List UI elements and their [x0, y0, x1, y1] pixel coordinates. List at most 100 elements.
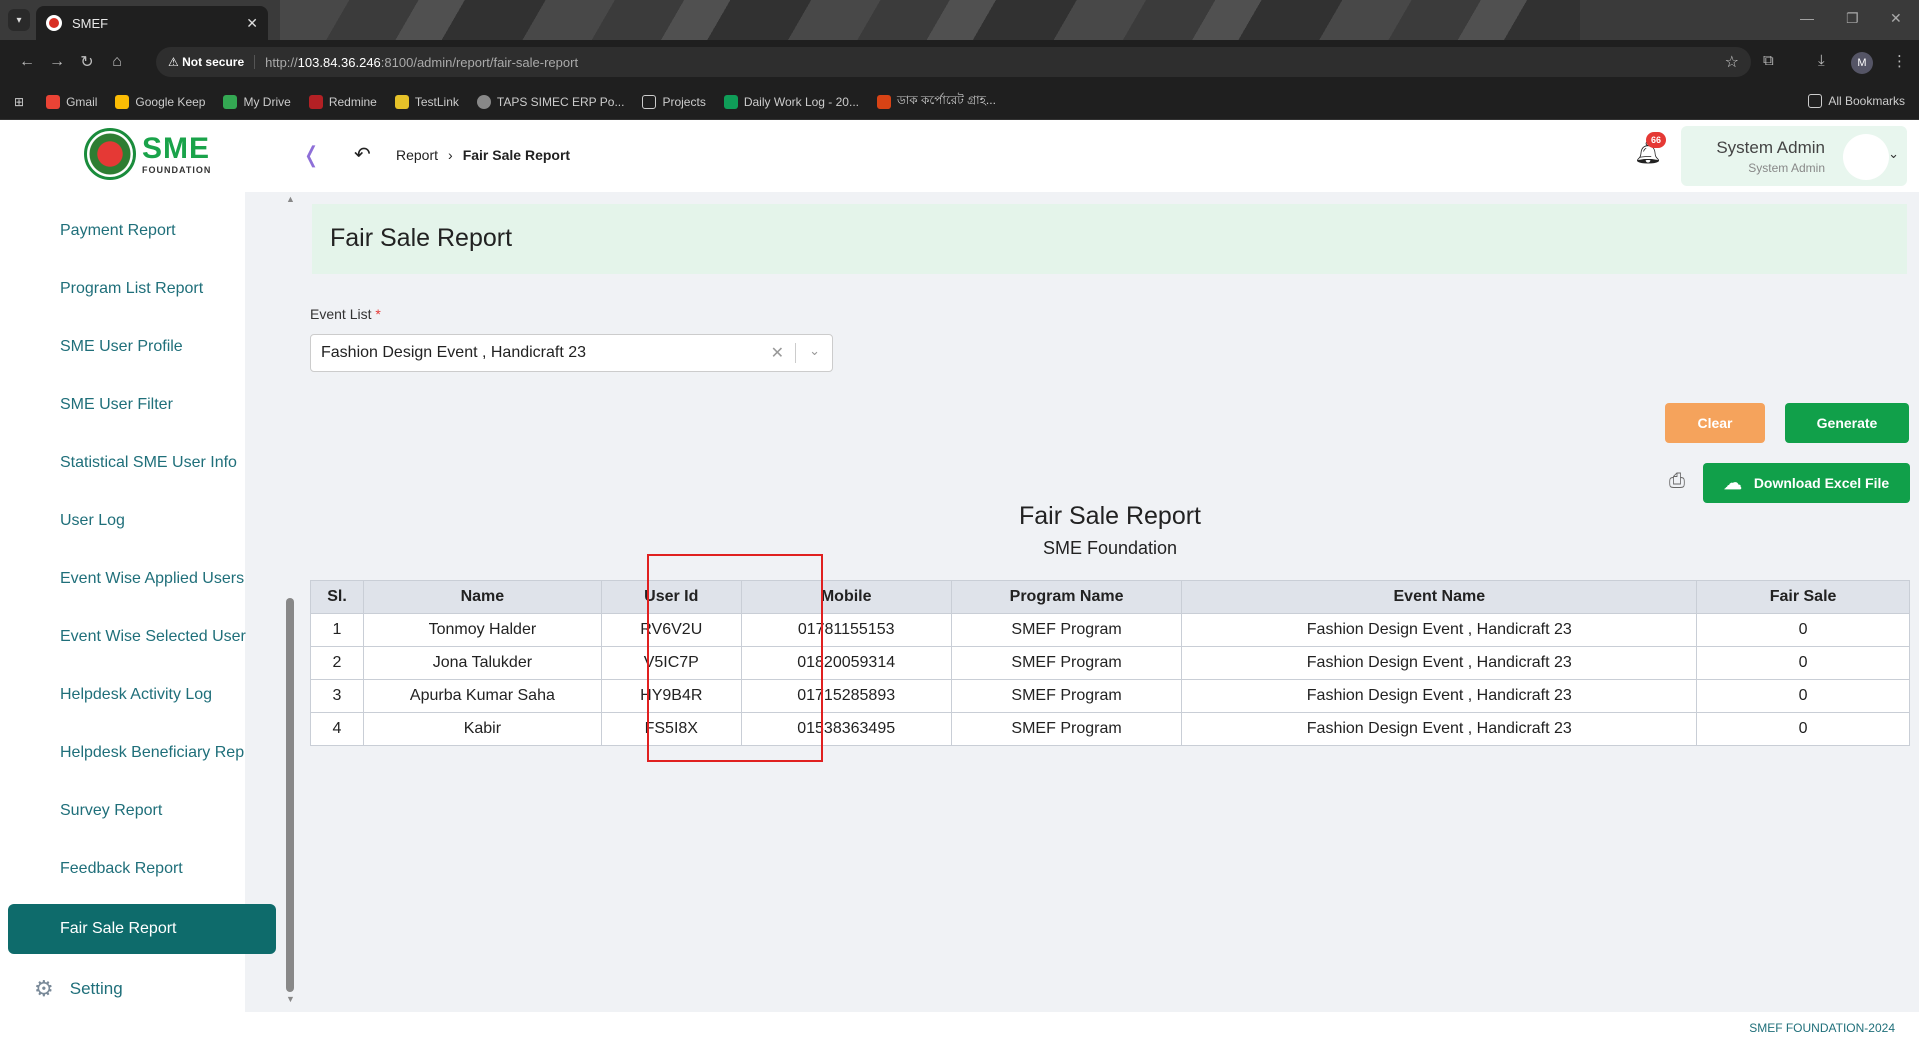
sidebar-item-survey-report[interactable]: Survey Report: [60, 802, 162, 820]
page-header: Fair Sale Report: [312, 204, 1907, 274]
extensions-icon[interactable]: ⧉: [1763, 52, 1774, 69]
bookmark-taps[interactable]: TAPS SIMEC ERP Po...: [476, 94, 624, 109]
back-arrow-icon[interactable]: ←: [12, 53, 42, 71]
gear-icon: ⚙: [34, 976, 54, 1001]
dak-icon: [876, 94, 891, 109]
profile-avatar[interactable]: M: [1851, 52, 1873, 74]
sidebar-item-sme-user-profile[interactable]: SME User Profile: [60, 338, 183, 356]
scroll-up-icon[interactable]: ▲: [286, 194, 295, 204]
breadcrumb-report[interactable]: Report: [396, 147, 438, 163]
tab-search-button[interactable]: ▾: [8, 9, 30, 31]
bookmark-google-keep[interactable]: Google Keep: [115, 94, 205, 109]
fair-sale-table: Sl. Name User Id Mobile Program Name Eve…: [310, 580, 1910, 746]
sidebar-item-user-log[interactable]: User Log: [60, 512, 125, 530]
gmail-icon: [46, 94, 61, 109]
download-icon[interactable]: ⤓: [1818, 52, 1825, 69]
bookmark-label: Daily Work Log - 20...: [743, 94, 859, 109]
cell-program-name: SMEF Program: [950, 646, 1183, 680]
select-divider: [795, 343, 796, 363]
bookmark-redmine[interactable]: Redmine: [308, 94, 377, 109]
bookmark-dak[interactable]: ডাক কর্পোরেট গ্রাহ...: [876, 92, 996, 112]
cell-fair-sale: 0: [1696, 679, 1910, 713]
browser-menu-icon[interactable]: ⋮: [1892, 52, 1907, 70]
bookmark-my-drive[interactable]: My Drive: [223, 94, 291, 109]
all-bookmarks[interactable]: All Bookmarks: [1808, 94, 1905, 108]
not-secure-label: Not secure: [182, 55, 245, 69]
logo-text: SME FOUNDATION: [142, 132, 211, 176]
sidebar-scrollbar[interactable]: ▲ ▼: [284, 192, 296, 1012]
sidebar-item-setting[interactable]: ⚙ Setting: [34, 976, 123, 1002]
window-close-icon[interactable]: ✕: [1890, 10, 1902, 27]
home-icon[interactable]: ⌂: [102, 53, 132, 71]
cell-sl: 1: [310, 613, 364, 647]
sidebar-item-program-list-report[interactable]: Program List Report: [60, 280, 203, 298]
bookmark-testlink[interactable]: TestLink: [394, 94, 459, 109]
browser-tab[interactable]: SMEF ✕: [36, 6, 268, 40]
bookmark-daily-work-log[interactable]: Daily Work Log - 20...: [723, 94, 859, 109]
printer-icon[interactable]: ⎙: [1669, 470, 1685, 493]
scrollbar-thumb[interactable]: [286, 598, 294, 992]
restore-icon[interactable]: ❐: [1846, 10, 1859, 27]
bookmark-star-icon[interactable]: ☆: [1725, 52, 1739, 72]
user-menu[interactable]: System Admin System Admin ⌄: [1681, 126, 1907, 186]
cell-sl: 2: [310, 646, 364, 680]
page-title: Fair Sale Report: [330, 224, 513, 252]
report-title: Fair Sale Report: [1018, 502, 1202, 530]
download-excel-button[interactable]: ☁ Download Excel File: [1703, 463, 1910, 503]
url-prefix: http://: [265, 54, 298, 70]
forward-arrow-icon[interactable]: →: [42, 53, 72, 71]
sidebar-item-event-wise-applied-users[interactable]: Event Wise Applied Users: [60, 570, 244, 588]
clear-button[interactable]: Clear: [1665, 403, 1765, 443]
bookmark-label: ডাক কর্পোরেট গ্রাহ...: [896, 92, 996, 107]
setting-label: Setting: [69, 979, 123, 998]
folder-icon: [642, 94, 657, 109]
bangladesh-seal-icon: [84, 128, 136, 180]
cell-event-name: Fashion Design Event , Handicraft 23: [1181, 679, 1698, 713]
sidebar-item-fair-sale-report[interactable]: Fair Sale Report: [8, 904, 276, 954]
sidebar-item-statistical-sme-user-info[interactable]: Statistical SME User Info: [60, 454, 237, 472]
breadcrumb-current: Fair Sale Report: [462, 147, 571, 163]
sidebar-collapse-icon[interactable]: ❬: [302, 142, 320, 168]
sidebar-item-event-wise-selected-user[interactable]: Event Wise Selected User: [60, 628, 246, 646]
app-header: SME FOUNDATION ❬ ↶ Report › Fair Sale Re…: [0, 120, 1919, 192]
clear-selection-icon[interactable]: ✕: [771, 343, 784, 363]
sidebar: Payment Report Program List Report SME U…: [0, 192, 295, 1012]
cell-fair-sale: 0: [1696, 646, 1910, 680]
sidebar-item-helpdesk-beneficiary-rep[interactable]: Helpdesk Beneficiary Rep: [60, 744, 244, 762]
not-secure-badge[interactable]: ⚠ Not secure: [168, 55, 256, 69]
reload-icon[interactable]: ↻: [72, 52, 102, 72]
sidebar-item-helpdesk-activity-log[interactable]: Helpdesk Activity Log: [60, 686, 212, 704]
generate-button[interactable]: Generate: [1785, 403, 1909, 443]
scroll-down-icon[interactable]: ▼: [286, 994, 295, 1004]
bookmark-gmail[interactable]: Gmail: [46, 94, 98, 109]
cell-fair-sale: 0: [1696, 712, 1910, 746]
minimize-icon[interactable]: —: [1800, 10, 1814, 26]
col-event-name: Event Name: [1181, 580, 1698, 614]
sme-logo[interactable]: SME FOUNDATION: [84, 128, 211, 180]
bookmark-label: Gmail: [66, 94, 98, 109]
apps-grid-icon[interactable]: ⊞: [14, 95, 24, 109]
required-marker: *: [375, 306, 381, 322]
col-name: Name: [362, 580, 602, 614]
event-list-value: Fashion Design Event , Handicraft 23: [321, 344, 587, 361]
bookmark-label: Redmine: [328, 94, 377, 109]
table-row: 2 Jona Talukder V5IC7P 01820059314 SMEF …: [310, 646, 1910, 680]
folder-icon: [1808, 94, 1823, 108]
cell-event-name: Fashion Design Event , Handicraft 23: [1181, 613, 1698, 647]
sidebar-item-feedback-report[interactable]: Feedback Report: [60, 860, 183, 878]
cloud-upload-icon: ☁: [1723, 472, 1742, 493]
browser-toolbar: ← → ↻ ⌂ ⚠ Not secure http://103.84.36.24…: [0, 40, 1919, 84]
address-bar[interactable]: ⚠ Not secure http://103.84.36.246:8100/a…: [156, 47, 1751, 77]
bookmark-projects[interactable]: Projects: [642, 94, 706, 109]
sidebar-item-payment-report[interactable]: Payment Report: [60, 222, 176, 240]
sidebar-item-sme-user-filter[interactable]: SME User Filter: [60, 396, 173, 414]
logo-sme: SME: [142, 132, 211, 165]
event-list-select[interactable]: Fashion Design Event , Handicraft 23 ✕ ⌄: [310, 334, 833, 372]
table-row: 4 Kabir FS5I8X 01538363495 SMEF Program …: [310, 712, 1910, 746]
cell-program-name: SMEF Program: [950, 613, 1183, 647]
chevron-down-icon[interactable]: ⌄: [809, 343, 820, 359]
back-icon[interactable]: ↶: [354, 142, 371, 167]
table-row: 1 Tonmoy Halder RV6V2U 01781155153 SMEF …: [310, 613, 1910, 647]
tab-close-icon[interactable]: ✕: [246, 15, 258, 32]
cell-name: Apurba Kumar Saha: [362, 679, 602, 713]
